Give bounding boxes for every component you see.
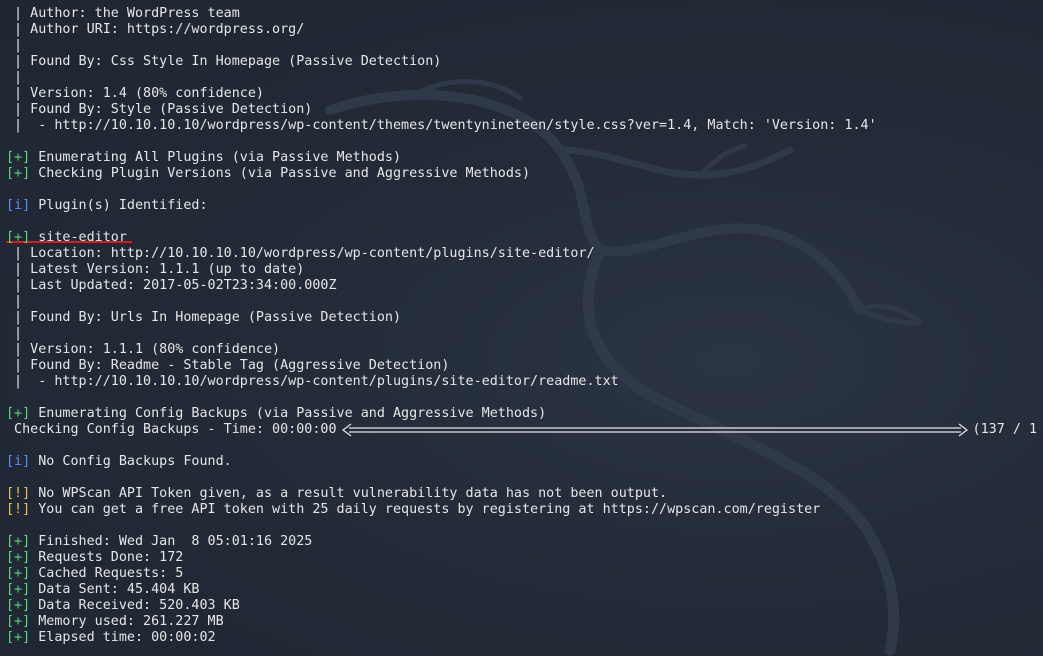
- line-text: Requests Done: 172: [30, 550, 184, 565]
- terminal-line: [+] Checking Plugin Versions (via Passiv…: [6, 166, 1043, 182]
- terminal-line: [!] You can get a free API token with 25…: [6, 502, 1043, 518]
- line-text: Checking Plugin Versions (via Passive an…: [30, 166, 531, 181]
- terminal-line: | Found By: Readme - Stable Tag (Aggress…: [6, 358, 1043, 374]
- terminal-line: | - http://10.10.10.10/wordpress/wp-cont…: [6, 118, 1043, 134]
- line-text: |: [6, 326, 23, 341]
- terminal-line: | Found By: Style (Passive Detection): [6, 102, 1043, 118]
- terminal-line: | Author: the WordPress team: [6, 6, 1043, 22]
- line-text: |: [6, 70, 23, 85]
- status-tag-plus: [+]: [6, 230, 31, 245]
- line-text: Data Sent: 45.404 KB: [30, 582, 200, 597]
- terminal-line: | Latest Version: 1.1.1 (up to date): [6, 262, 1043, 278]
- terminal-line: |: [6, 326, 1043, 342]
- status-tag-plus: [+]: [6, 566, 31, 581]
- terminal-line: | Found By: Urls In Homepage (Passive De…: [6, 310, 1043, 326]
- progress-count: (137 / 1: [972, 422, 1038, 437]
- line-text: | Found By: Urls In Homepage (Passive De…: [6, 310, 402, 325]
- line-text: No WPScan API Token given, as a result v…: [30, 486, 668, 501]
- line-text: Data Received: 520.403 KB: [30, 598, 240, 613]
- line-text: Plugin(s) Identified:: [30, 198, 208, 213]
- terminal-line: | Version: 1.4 (80% confidence): [6, 86, 1043, 102]
- terminal-line: | Last Updated: 2017-05-02T23:34:00.000Z: [6, 278, 1043, 294]
- line-text: Enumerating Config Backups (via Passive …: [30, 406, 547, 421]
- terminal-line: [+] Enumerating Config Backups (via Pass…: [6, 406, 1043, 422]
- status-tag-plus: [+]: [6, 406, 31, 421]
- line-text: Enumerating All Plugins (via Passive Met…: [30, 150, 402, 165]
- line-text: | Author URI: https://wordpress.org/: [6, 22, 305, 37]
- status-tag-plus: [+]: [6, 582, 31, 597]
- line-text: |: [6, 38, 23, 53]
- terminal-line: [+] Cached Requests: 5: [6, 566, 1043, 582]
- status-tag-plus: [+]: [6, 630, 31, 645]
- terminal-line: [+] Finished: Wed Jan 8 05:01:16 2025: [6, 534, 1043, 550]
- line-text: | Version: 1.4 (80% confidence): [6, 86, 264, 101]
- terminal-line: [+] Requests Done: 172: [6, 550, 1043, 566]
- terminal-line: | Author URI: https://wordpress.org/: [6, 22, 1043, 38]
- terminal-line: | Version: 1.1.1 (80% confidence): [6, 342, 1043, 358]
- progress-bar: [341, 423, 968, 437]
- terminal-line: [+] site-editor: [6, 230, 1043, 246]
- terminal-line: | - http://10.10.10.10/wordpress/wp-cont…: [6, 374, 1043, 390]
- terminal-line: Checking Config Backups - Time: 00:00:00…: [6, 422, 1043, 438]
- line-text: | Found By: Readme - Stable Tag (Aggress…: [6, 358, 450, 373]
- line-text: | - http://10.10.10.10/wordpress/wp-cont…: [6, 118, 877, 133]
- terminal-line: [+] Enumerating All Plugins (via Passive…: [6, 150, 1043, 166]
- line-text: | Last Updated: 2017-05-02T23:34:00.000Z: [6, 278, 337, 293]
- line-text: No Config Backups Found.: [30, 454, 232, 469]
- progress-label: Checking Config Backups - Time: 00:00:00: [6, 422, 337, 437]
- line-text: | Latest Version: 1.1.1 (up to date): [6, 262, 305, 277]
- line-text: Memory used: 261.227 MB: [30, 614, 224, 629]
- terminal-line: [+] Elapsed time: 00:00:02: [6, 630, 1043, 646]
- line-text: You can get a free API token with 25 dai…: [30, 502, 821, 517]
- line-text: | Found By: Css Style In Homepage (Passi…: [6, 54, 442, 69]
- terminal-line: |: [6, 38, 1043, 54]
- terminal-output: | Author: the WordPress team | Author UR…: [6, 6, 1043, 646]
- line-text: | Author: the WordPress team: [6, 6, 240, 21]
- terminal-line: | Found By: Css Style In Homepage (Passi…: [6, 54, 1043, 70]
- line-text: | Location: http://10.10.10.10/wordpress…: [6, 246, 595, 261]
- line-text: | Found By: Style (Passive Detection): [6, 102, 313, 117]
- terminal-line: [!] No WPScan API Token given, as a resu…: [6, 486, 1043, 502]
- terminal-line: |: [6, 294, 1043, 310]
- terminal-line: |: [6, 70, 1043, 86]
- status-tag-info: [i]: [6, 454, 31, 469]
- terminal-line: [+] Memory used: 261.227 MB: [6, 614, 1043, 630]
- status-tag-plus: [+]: [6, 598, 31, 613]
- line-text: | - http://10.10.10.10/wordpress/wp-cont…: [6, 374, 619, 389]
- line-text: | Version: 1.1.1 (80% confidence): [6, 342, 281, 357]
- line-text: site-editor: [30, 230, 127, 245]
- status-tag-warn: [!]: [6, 502, 31, 517]
- line-text: |: [6, 294, 23, 309]
- status-tag-warn: [!]: [6, 486, 31, 501]
- status-tag-plus: [+]: [6, 166, 31, 181]
- terminal-line: [+] Data Sent: 45.404 KB: [6, 582, 1043, 598]
- status-tag-info: [i]: [6, 198, 31, 213]
- status-tag-plus: [+]: [6, 534, 31, 549]
- status-tag-plus: [+]: [6, 614, 31, 629]
- line-text: Elapsed time: 00:00:02: [30, 630, 216, 645]
- terminal-line: [+] Data Received: 520.403 KB: [6, 598, 1043, 614]
- status-tag-plus: [+]: [6, 150, 31, 165]
- terminal-line: | Location: http://10.10.10.10/wordpress…: [6, 246, 1043, 262]
- terminal-window[interactable]: | Author: the WordPress team | Author UR…: [0, 0, 1043, 656]
- line-text: Finished: Wed Jan 8 05:01:16 2025: [30, 534, 313, 549]
- line-text: Cached Requests: 5: [30, 566, 184, 581]
- terminal-line: [i] Plugin(s) Identified:: [6, 198, 1043, 214]
- status-tag-plus: [+]: [6, 550, 31, 565]
- terminal-line: [i] No Config Backups Found.: [6, 454, 1043, 470]
